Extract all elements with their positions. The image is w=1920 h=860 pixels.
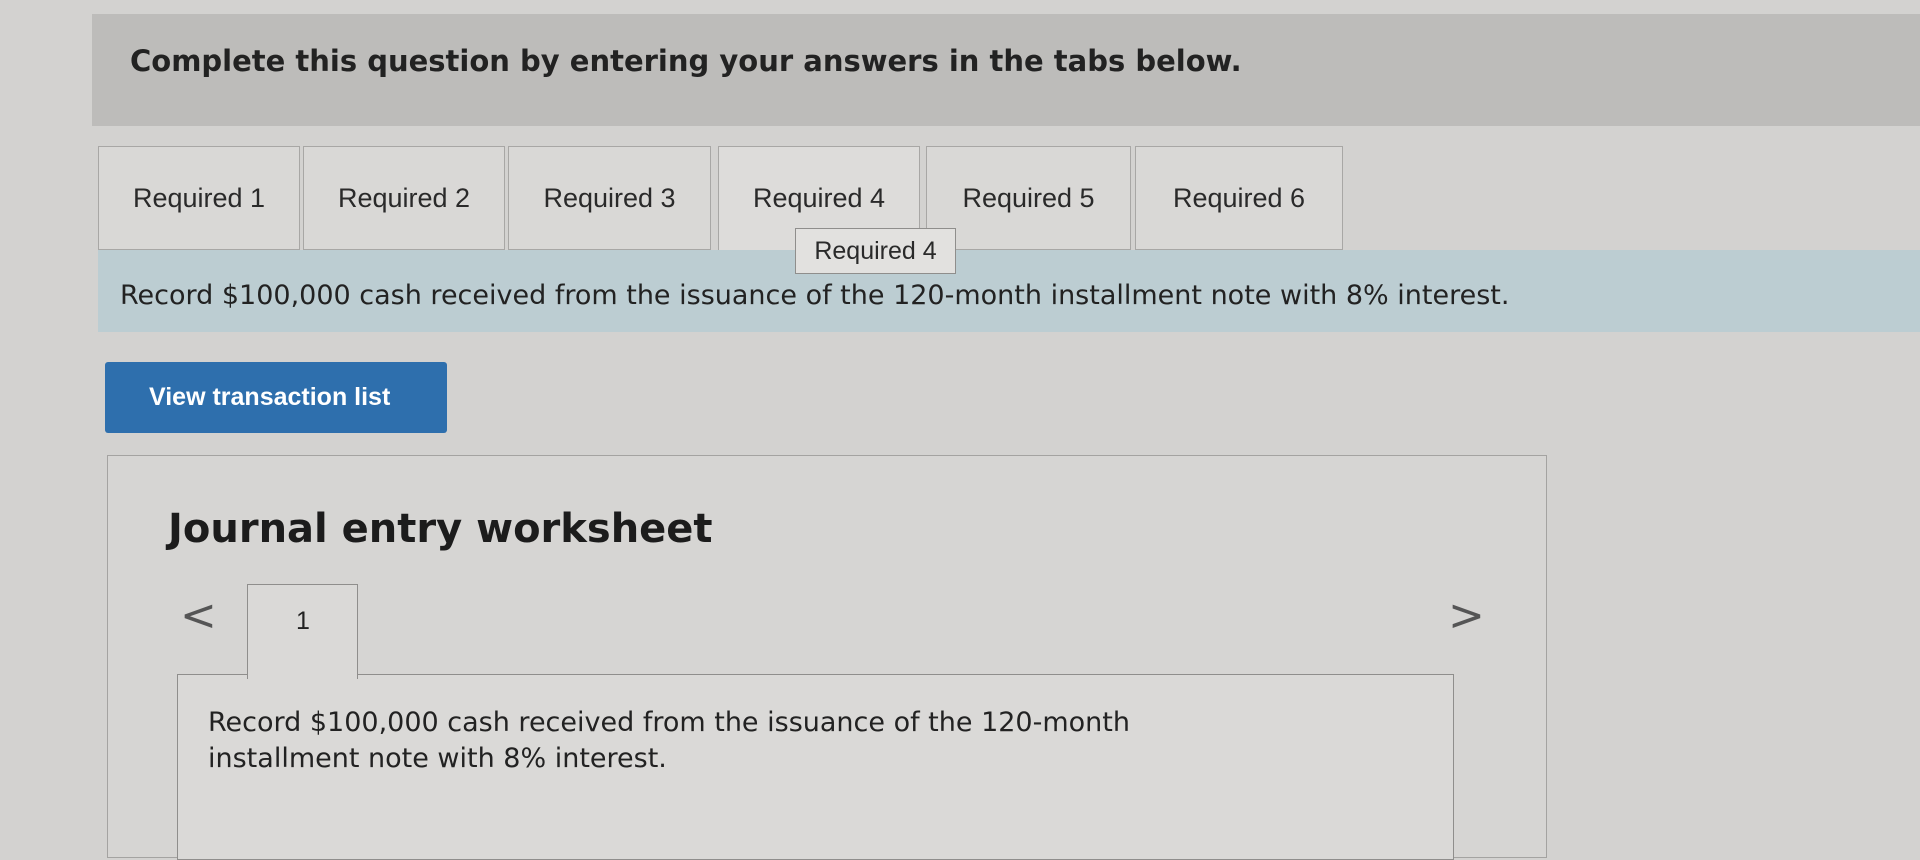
tab-tooltip: Required 4 <box>795 228 956 274</box>
tab-required-6[interactable]: Required 6 <box>1135 146 1343 250</box>
next-entry-chevron-icon[interactable]: > <box>1448 594 1485 638</box>
tab-required-2[interactable]: Required 2 <box>303 146 505 250</box>
entry-tab-number: 1 <box>296 607 310 635</box>
entry-description: Record $100,000 cash received from the i… <box>208 707 1130 774</box>
worksheet-title: Journal entry worksheet <box>168 506 713 552</box>
question-instruction: Complete this question by entering your … <box>130 44 1242 78</box>
entry-panel: Record $100,000 cash received from the i… <box>177 674 1454 860</box>
prev-entry-chevron-icon[interactable]: < <box>180 594 217 638</box>
tab-required-1[interactable]: Required 1 <box>98 146 300 250</box>
requirement-instruction-bar: Record $100,000 cash received from the i… <box>98 250 1920 332</box>
journal-entry-worksheet: Journal entry worksheet < 1 > Record $10… <box>107 455 1547 860</box>
tab-required-3[interactable]: Required 3 <box>508 146 711 250</box>
entry-tab-1[interactable]: 1 <box>247 584 358 679</box>
question-header: Complete this question by entering your … <box>92 14 1920 126</box>
requirement-text: Record $100,000 cash received from the i… <box>120 280 1510 311</box>
view-transaction-list-button[interactable]: View transaction list <box>105 362 447 433</box>
tab-required-5[interactable]: Required 5 <box>926 146 1131 250</box>
